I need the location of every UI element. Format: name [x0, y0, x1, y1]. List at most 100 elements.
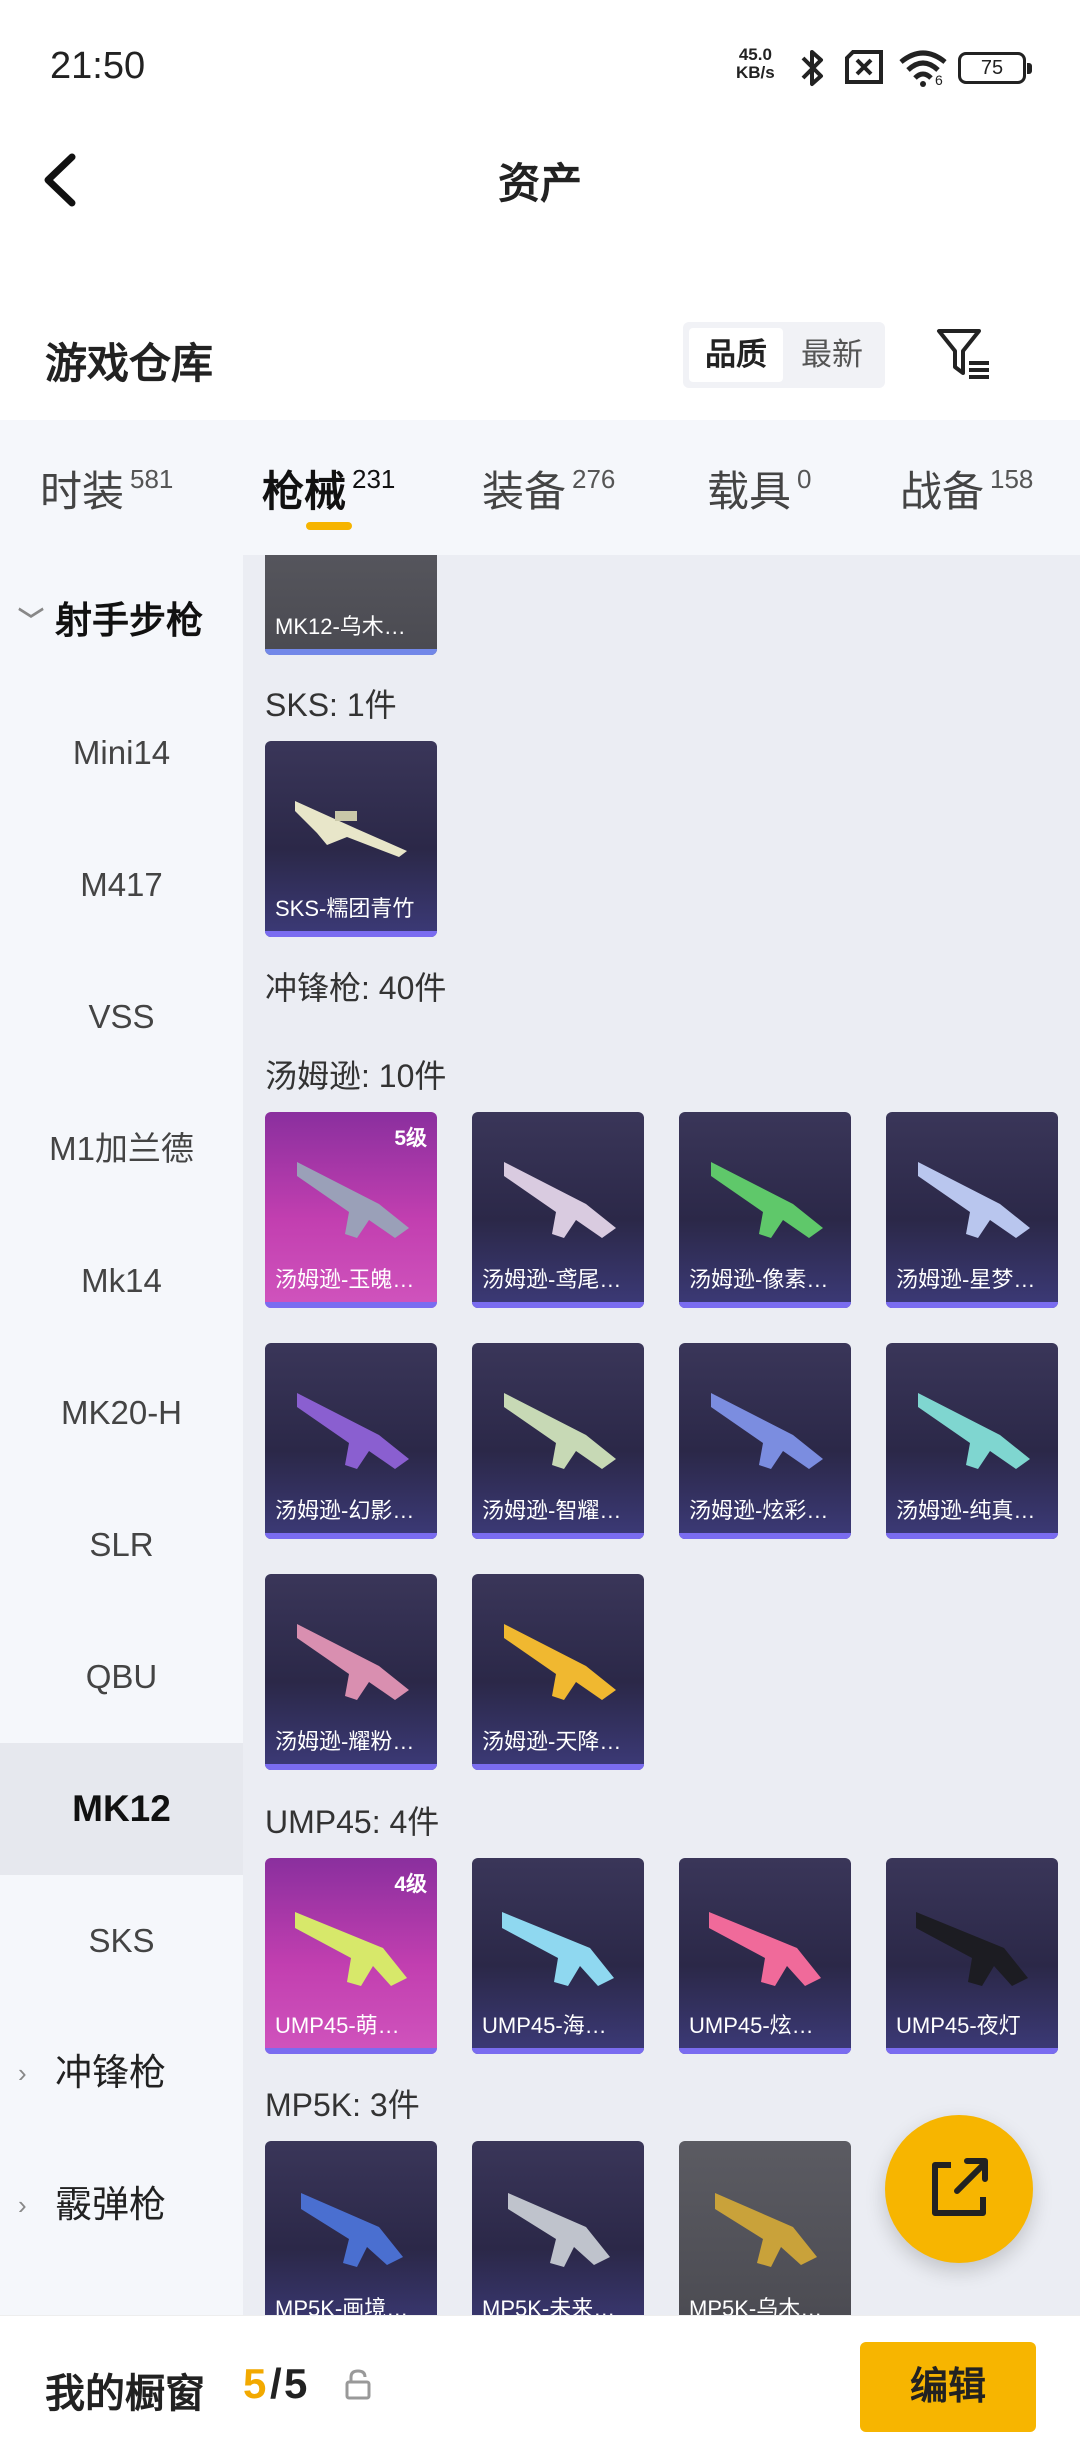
item-card[interactable]: 4级 UMP45-萌…	[265, 1858, 437, 2054]
sort-quality-option[interactable]: 品质	[689, 328, 783, 382]
sidebar-item-m417[interactable]: M417	[0, 819, 243, 951]
rifle-icon	[295, 801, 407, 857]
smg-icon	[297, 1624, 409, 1700]
item-card[interactable]: 汤姆逊-像素…	[679, 1112, 851, 1308]
item-name: MP5K-未来…	[482, 2296, 616, 2315]
tab-fashion[interactable]: 时装 581	[40, 458, 173, 519]
sidebar-item-mk20h[interactable]: MK20-H	[0, 1347, 243, 1479]
smg-icon	[295, 1912, 407, 1986]
chevron-right-icon: ›	[18, 2058, 27, 2088]
sidebar-item-sks[interactable]: SKS	[0, 1875, 243, 2007]
item-card[interactable]: UMP45-海…	[472, 1858, 644, 2054]
item-name: UMP45-海…	[482, 2013, 607, 2038]
item-card[interactable]: 汤姆逊-智耀…	[472, 1343, 644, 1539]
item-name: 汤姆逊-鸢尾…	[482, 1267, 622, 1292]
sidebar-group-marksman[interactable]: ﹀ 射手步枪	[0, 555, 243, 687]
item-name: 汤姆逊-纯真…	[896, 1498, 1036, 1523]
item-card[interactable]: UMP45-炫…	[679, 1858, 851, 2054]
section-heading: MP5K: 3件	[265, 2087, 420, 2123]
item-name: UMP45-夜灯	[896, 2013, 1021, 2038]
sidebar-item-slr[interactable]: SLR	[0, 1479, 243, 1611]
item-card[interactable]: 汤姆逊-星梦…	[886, 1112, 1058, 1308]
item-name: 汤姆逊-耀粉…	[275, 1729, 415, 1754]
item-card[interactable]: MP5K-乌木…	[679, 2141, 851, 2315]
smg-icon	[502, 1912, 614, 1986]
smg-icon	[715, 2193, 817, 2267]
chevron-right-icon: ›	[18, 2190, 27, 2220]
sort-newest-option[interactable]: 最新	[785, 328, 879, 382]
item-name: 汤姆逊-星梦…	[896, 1267, 1036, 1292]
tab-count: 581	[130, 464, 174, 494]
item-card[interactable]: UMP45-夜灯	[886, 1858, 1058, 2054]
edit-button[interactable]: 编辑	[860, 2342, 1036, 2432]
item-name: 汤姆逊-天降…	[482, 1729, 622, 1754]
sidebar-item-mk12[interactable]: MK12	[0, 1743, 243, 1875]
rarity-bar	[265, 2048, 437, 2054]
tab-guns[interactable]: 枪械 231	[262, 458, 395, 519]
wifi-level: 6	[935, 72, 943, 88]
section-heading: 冲锋枪: 40件	[265, 970, 447, 1006]
item-name: UMP45-炫…	[689, 2013, 814, 2038]
smg-icon	[301, 2193, 403, 2267]
sidebar-group-shotgun[interactable]: › 霰弹枪	[0, 2139, 243, 2271]
sidebar-item-m1garand[interactable]: M1加兰德	[0, 1083, 243, 1215]
tab-count: 158	[990, 464, 1034, 494]
smg-icon	[916, 1912, 1028, 1986]
status-time: 21:50	[50, 45, 146, 87]
sidebar-group-label: 霰弹枪	[55, 2184, 166, 2225]
rarity-bar	[679, 2048, 851, 2054]
item-card[interactable]: 汤姆逊-鸢尾…	[472, 1112, 644, 1308]
rarity-bar	[472, 1533, 644, 1539]
sidebar-item-vss[interactable]: VSS	[0, 951, 243, 1083]
tab-equipment[interactable]: 装备 276	[482, 458, 615, 519]
tab-vehicles[interactable]: 载具 0	[707, 458, 811, 519]
smg-icon	[711, 1393, 823, 1469]
rarity-bar	[265, 649, 437, 655]
filter-icon[interactable]	[935, 325, 993, 383]
sidebar-group-smg[interactable]: › 冲锋枪	[0, 2007, 243, 2139]
item-name: UMP45-萌…	[275, 2013, 400, 2038]
rarity-bar	[472, 2048, 644, 2054]
item-name: MP5K-画境…	[275, 2296, 409, 2315]
item-name: MP5K-乌木…	[689, 2296, 823, 2315]
rarity-bar	[472, 1764, 644, 1770]
item-grid: MK12-乌木… SKS: 1件 SKS-糯团青竹 冲锋枪: 40件 汤姆逊: …	[243, 555, 1080, 2315]
rarity-bar	[886, 1302, 1058, 1308]
tab-label: 枪械	[262, 468, 347, 515]
smg-icon	[297, 1162, 409, 1238]
tab-count: 231	[352, 464, 396, 494]
lock-icon	[345, 2369, 371, 2400]
item-card[interactable]: 汤姆逊-幻影…	[265, 1343, 437, 1539]
item-card[interactable]: MP5K-未来…	[472, 2141, 644, 2315]
item-card[interactable]: MK12-乌木…	[265, 555, 437, 655]
sidebar-item-qbu[interactable]: QBU	[0, 1611, 243, 1743]
item-card[interactable]: 汤姆逊-纯真…	[886, 1343, 1058, 1539]
net-speed-value: 45.0	[738, 45, 772, 64]
share-icon	[932, 2158, 988, 2216]
rarity-bar	[679, 1302, 851, 1308]
smg-icon	[709, 1912, 821, 1986]
tab-supplies[interactable]: 战备 158	[900, 458, 1033, 519]
page-title: 资产	[497, 160, 582, 207]
item-card[interactable]: 汤姆逊-天降…	[472, 1574, 644, 1770]
item-card[interactable]: 汤姆逊-耀粉…	[265, 1574, 437, 1770]
item-card[interactable]: 5级 汤姆逊-玉魄…	[265, 1112, 437, 1308]
sidebar-item-mini14[interactable]: Mini14	[0, 687, 243, 819]
rarity-bar	[679, 1533, 851, 1539]
tab-label: 装备	[482, 468, 567, 515]
item-card[interactable]: 汤姆逊-炫彩…	[679, 1343, 851, 1539]
showcase-separator: /	[270, 2360, 282, 2407]
rarity-bar	[472, 1302, 644, 1308]
item-name: MK12-乌木…	[275, 614, 406, 639]
rarity-bar	[886, 2048, 1058, 2054]
rarity-bar	[265, 1533, 437, 1539]
smg-icon	[711, 1162, 823, 1238]
tab-count: 0	[797, 464, 812, 494]
item-card[interactable]: SKS-糯团青竹	[265, 741, 437, 937]
item-card[interactable]: MP5K-画境…	[265, 2141, 437, 2315]
share-button[interactable]	[885, 2115, 1033, 2263]
tab-label: 战备	[900, 468, 985, 515]
sidebar-item-mk14[interactable]: Mk14	[0, 1215, 243, 1347]
sidebar: ﹀ 射手步枪 Mini14 M417 VSS M1加兰德 Mk14 MK20-H…	[0, 555, 243, 2315]
showcase-label: 我的橱窗	[45, 2372, 205, 2416]
